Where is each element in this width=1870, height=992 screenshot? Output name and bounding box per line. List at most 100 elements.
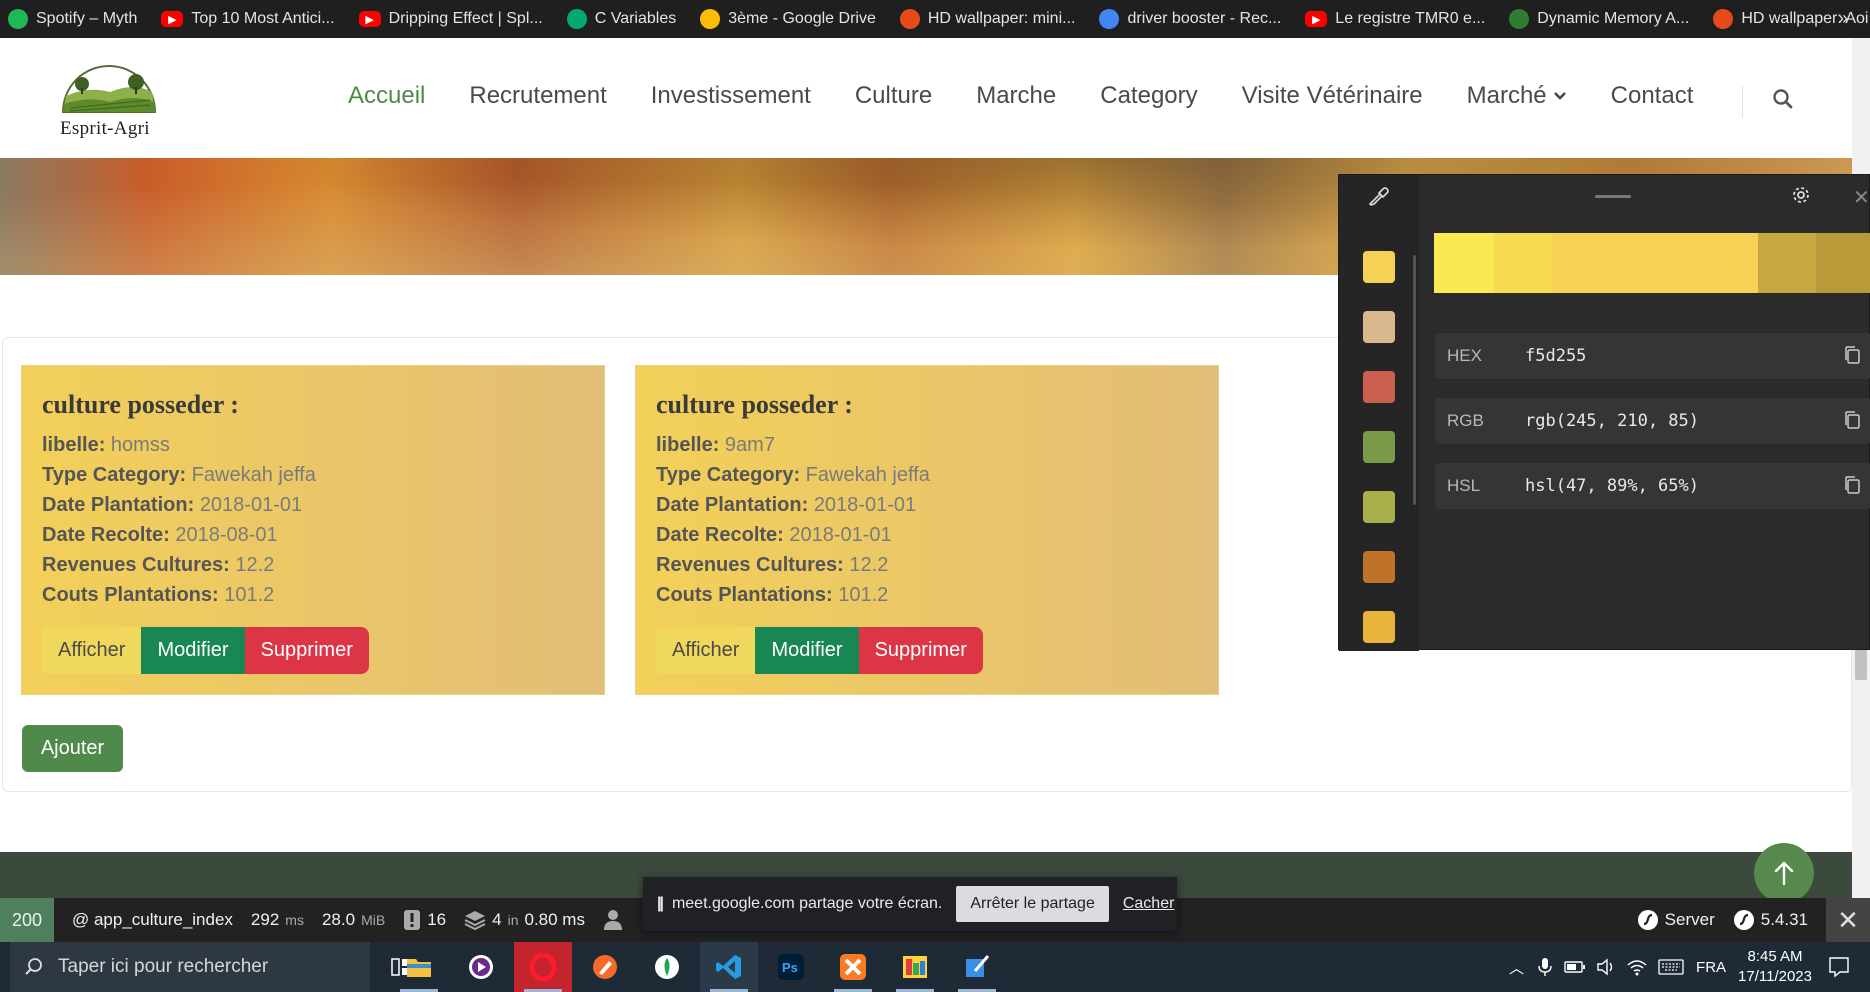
- keyboard-icon[interactable]: [1658, 959, 1684, 975]
- stop-sharing-button[interactable]: Arrêter le partage: [956, 886, 1109, 922]
- drag-handle[interactable]: [1595, 195, 1631, 198]
- user-item[interactable]: [603, 909, 623, 931]
- nav-item-label: Category: [1100, 82, 1198, 109]
- show-button[interactable]: Afficher: [656, 627, 756, 674]
- photoshop-icon[interactable]: Ps: [762, 942, 820, 992]
- clock[interactable]: 8:45 AM 17/11/2023: [1738, 947, 1812, 987]
- google-drive-icon: [700, 9, 721, 29]
- bookmark-item[interactable]: driver booster - Rec...: [1099, 9, 1281, 29]
- close-icon[interactable]: ✕: [1853, 185, 1870, 210]
- request-time: 292: [250, 910, 280, 929]
- shade-cell[interactable]: [1434, 233, 1494, 293]
- color-swatch[interactable]: [1363, 371, 1395, 403]
- wifi-icon[interactable]: [1626, 958, 1648, 976]
- delete-button[interactable]: Supprimer: [244, 627, 369, 674]
- search-placeholder: Taper ici pour rechercher: [58, 956, 269, 977]
- time-item[interactable]: 292 ms: [251, 910, 304, 930]
- nav-item[interactable]: Accueil: [348, 82, 425, 110]
- snip-icon[interactable]: [948, 942, 1006, 992]
- edit-button[interactable]: Modifier: [141, 627, 245, 674]
- bookmark-item[interactable]: Spotify – Myth: [8, 9, 137, 29]
- back-to-top-button[interactable]: [1754, 843, 1814, 903]
- route-item[interactable]: @ app_culture_index: [72, 910, 233, 930]
- color-swatch[interactable]: [1363, 611, 1395, 643]
- color-swatch[interactable]: [1363, 311, 1395, 343]
- taskbar-search-box[interactable]: Taper ici pour rechercher: [10, 942, 370, 992]
- card-title: culture posseder :: [42, 390, 239, 419]
- nav-item[interactable]: Investissement: [651, 82, 811, 110]
- color-history-sidebar: [1339, 175, 1419, 651]
- mongodb-compass-icon[interactable]: [638, 942, 696, 992]
- db-item[interactable]: 4 in 0.80 ms: [464, 909, 585, 931]
- image-viewer-icon[interactable]: [886, 942, 944, 992]
- vector-app-icon[interactable]: [576, 942, 634, 992]
- status-code-badge[interactable]: 200: [0, 898, 54, 942]
- nav-item[interactable]: Recrutement: [469, 82, 606, 110]
- logs-item[interactable]: 16: [403, 909, 446, 931]
- bookmark-item[interactable]: ▶ Top 10 Most Antici...: [161, 10, 335, 28]
- volume-icon[interactable]: [1596, 958, 1616, 976]
- bookmarks-bar: Spotify – Myth ▶ Top 10 Most Antici... ▶ Dri…: [0, 0, 1870, 38]
- version-item[interactable]: 5.4.31: [1733, 909, 1808, 931]
- search-icon: [25, 958, 42, 975]
- close-icon[interactable]: ✕: [1826, 898, 1870, 942]
- color-swatch[interactable]: [1363, 491, 1395, 523]
- color-swatch[interactable]: [1363, 251, 1395, 283]
- bookmark-item[interactable]: ▶ Dripping Effect | Spl...: [358, 10, 543, 28]
- server-item[interactable]: Server: [1637, 909, 1715, 931]
- nav-item[interactable]: Marché: [1467, 82, 1567, 110]
- show-button[interactable]: Afficher: [42, 627, 142, 674]
- nav-item[interactable]: Culture: [855, 82, 932, 110]
- bookmark-item[interactable]: ▶ Le registre TMR0 e...: [1305, 10, 1485, 28]
- hide-banner-link[interactable]: Cacher: [1123, 895, 1175, 913]
- shade-cell[interactable]: [1816, 233, 1870, 293]
- color-value[interactable]: hsl(47, 89%, 65%): [1525, 476, 1699, 496]
- symfony-logo-icon: [1733, 910, 1754, 930]
- shade-cell[interactable]: [1758, 233, 1816, 293]
- nav-item[interactable]: Marche: [976, 82, 1056, 110]
- nav-item[interactable]: Visite Vétérinaire: [1242, 82, 1423, 110]
- file-explorer-icon[interactable]: [390, 942, 448, 992]
- xampp-icon[interactable]: [824, 942, 882, 992]
- gear-icon[interactable]: [1791, 185, 1811, 205]
- card-actions: Afficher Modifier Supprimer: [42, 627, 369, 674]
- color-swatch[interactable]: [1363, 551, 1395, 583]
- vscode-icon[interactable]: [700, 942, 758, 992]
- delete-button[interactable]: Supprimer: [858, 627, 983, 674]
- media-player-icon[interactable]: [452, 942, 510, 992]
- card-actions: Afficher Modifier Supprimer: [656, 627, 983, 674]
- opera-icon[interactable]: [514, 942, 572, 992]
- symfony-version: 5.4.31: [1760, 910, 1808, 929]
- bookmark-item[interactable]: 3ème - Google Drive: [700, 9, 876, 29]
- battery-icon[interactable]: [1564, 960, 1586, 974]
- nav-item[interactable]: Category: [1100, 82, 1197, 110]
- notifications-icon[interactable]: [1828, 956, 1850, 978]
- color-value[interactable]: rgb(245, 210, 85): [1525, 411, 1699, 431]
- copy-icon[interactable]: [1843, 345, 1861, 365]
- shade-cell[interactable]: [1552, 233, 1758, 293]
- color-value[interactable]: f5d255: [1525, 346, 1586, 366]
- eyedropper-icon[interactable]: [1367, 185, 1389, 207]
- microphone-icon[interactable]: [1538, 957, 1552, 977]
- bookmark-item[interactable]: C Variables: [566, 9, 676, 29]
- color-swatch[interactable]: [1363, 431, 1395, 463]
- memory-item[interactable]: 28.0 MiB: [322, 910, 385, 930]
- shade-cell[interactable]: [1494, 233, 1552, 293]
- bookmark-item[interactable]: HD wallpaper: mini...: [899, 9, 1075, 29]
- swatch-scrollbar[interactable]: [1413, 255, 1416, 505]
- bookmark-label: Dripping Effect | Spl...: [388, 10, 543, 27]
- field-value: homss: [110, 434, 170, 456]
- bookmark-item[interactable]: Dynamic Memory A...: [1509, 9, 1689, 29]
- search-icon[interactable]: [1772, 88, 1798, 114]
- chevron-up-icon[interactable]: ︿: [1509, 957, 1524, 978]
- color-value-row: RGB rgb(245, 210, 85): [1435, 398, 1870, 444]
- copy-icon[interactable]: [1843, 475, 1861, 495]
- bookmarks-overflow-button[interactable]: »: [1838, 8, 1848, 29]
- language-indicator[interactable]: FRA: [1696, 959, 1726, 976]
- card-field: Date Recolte: 2018-01-01: [656, 520, 1198, 550]
- field-value: 2018-01-01: [813, 494, 917, 516]
- copy-icon[interactable]: [1843, 410, 1861, 430]
- add-culture-button[interactable]: Ajouter: [22, 725, 123, 772]
- nav-item[interactable]: Contact: [1611, 82, 1694, 110]
- edit-button[interactable]: Modifier: [755, 627, 859, 674]
